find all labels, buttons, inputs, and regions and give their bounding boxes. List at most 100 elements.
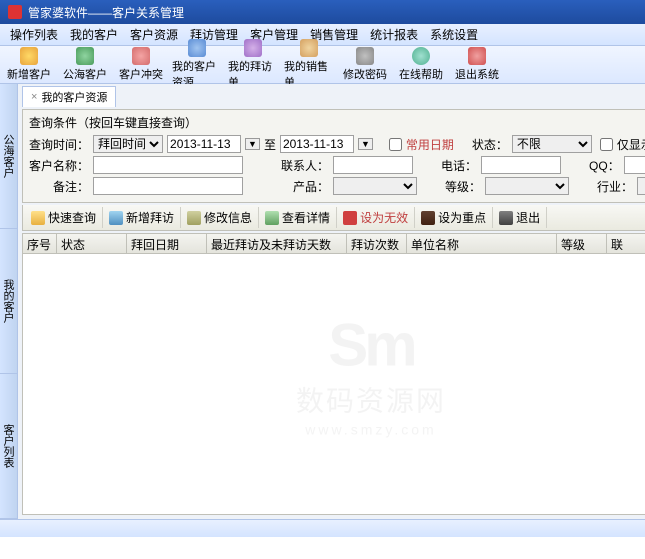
main-toolbar: 新增客户 公海客户 客户冲突 我的客户资源 我的拜访单 我的销售单 修改密码 在… xyxy=(0,46,645,84)
sidetab-my[interactable]: 我的客户 xyxy=(0,229,17,374)
date-dropdown-to[interactable]: ▼ xyxy=(358,138,373,150)
status-select[interactable]: 不限 xyxy=(512,135,592,153)
lbl-only-unvisited: 仅显示未拜访客户 xyxy=(617,136,645,153)
col-seq[interactable]: 序号 xyxy=(23,234,57,253)
lbl-time: 查询时间： xyxy=(29,136,89,153)
chk-common-date[interactable] xyxy=(389,138,402,151)
lbl-product: 产品： xyxy=(293,178,329,195)
app-icon xyxy=(8,5,22,19)
sidetab-public[interactable]: 公海客户 xyxy=(0,84,17,229)
tb-add-customer[interactable]: 新增客户 xyxy=(4,47,54,82)
menu-operations[interactable]: 操作列表 xyxy=(10,26,58,43)
tb-help[interactable]: 在线帮助 xyxy=(396,47,446,82)
remark-input[interactable] xyxy=(93,177,243,195)
menu-customer-resource[interactable]: 客户资源 xyxy=(130,26,178,43)
public-icon xyxy=(76,47,94,65)
btn-view-detail[interactable]: 查看详情 xyxy=(259,207,337,228)
col-return-date[interactable]: 拜回日期 xyxy=(127,234,207,253)
watermark: Sm 数码资源网 www.smzy.com xyxy=(296,311,446,438)
contact-input[interactable] xyxy=(333,156,413,174)
btn-exit[interactable]: 退出 xyxy=(493,207,547,228)
action-bar: 快速查询 新增拜访 修改信息 查看详情 设为无效 设为重点 退出 xyxy=(22,205,645,231)
level-select[interactable] xyxy=(485,177,569,195)
workspace: 公海客户 我的客户 客户列表 × 我的客户资源 查询条件（按回车键直接查询） 查… xyxy=(0,84,645,519)
window-title: 管家婆软件——客户关系管理 xyxy=(28,4,184,21)
title-bar: 管家婆软件——客户关系管理 xyxy=(0,0,645,24)
lbl-phone: 电话： xyxy=(441,157,477,174)
visit-icon xyxy=(244,39,262,57)
col-company[interactable]: 单位名称 xyxy=(407,234,557,253)
industry-select[interactable] xyxy=(637,177,645,195)
btn-quick-search[interactable]: 快速查询 xyxy=(25,207,103,228)
tb-conflict[interactable]: 客户冲突 xyxy=(116,47,166,82)
tb-public-customer[interactable]: 公海客户 xyxy=(60,47,110,82)
close-icon[interactable]: × xyxy=(31,91,37,103)
search-row-3: 备注： 产品： 等级： 行业： xyxy=(29,177,645,195)
qq-input[interactable] xyxy=(624,156,645,174)
edit-icon xyxy=(187,211,201,225)
conflict-icon xyxy=(132,47,150,65)
watermark-text: 数码资源网 xyxy=(296,380,446,420)
btn-edit-info[interactable]: 修改信息 xyxy=(181,207,259,228)
status-bar xyxy=(0,519,645,537)
tb-my-visit[interactable]: 我的拜访单 xyxy=(228,39,278,90)
chk-only-unvisited[interactable] xyxy=(600,138,613,151)
date-dropdown-from[interactable]: ▼ xyxy=(245,138,260,150)
exit-action-icon xyxy=(499,211,513,225)
key-icon xyxy=(421,211,435,225)
void-icon xyxy=(343,211,357,225)
tb-my-sales[interactable]: 我的销售单 xyxy=(284,39,334,90)
search-row-2: 客户名称： 联系人： 电话： QQ： xyxy=(29,156,645,174)
btn-set-void[interactable]: 设为无效 xyxy=(337,207,415,228)
watermark-url: www.smzy.com xyxy=(296,422,446,438)
add-visit-icon xyxy=(109,211,123,225)
tab-label: 我的客户资源 xyxy=(41,89,107,105)
side-tabs: 公海客户 我的客户 客户列表 xyxy=(0,84,18,519)
search-row-1: 查询时间： 拜回时间 ▼ 至 ▼ 常用日期 状态： 不限 仅显示未 xyxy=(29,135,645,153)
my-resource-icon xyxy=(188,39,206,57)
add-icon xyxy=(20,47,38,65)
lbl-level: 等级： xyxy=(445,178,481,195)
menu-system[interactable]: 系统设置 xyxy=(430,26,478,43)
tb-change-pwd[interactable]: 修改密码 xyxy=(340,47,390,82)
grid-header: 序号 状态 拜回日期 最近拜访及未拜访天数 拜访次数 单位名称 等级 联 xyxy=(23,234,645,254)
btn-add-visit[interactable]: 新增拜访 xyxy=(103,207,181,228)
document-tabs: × 我的客户资源 xyxy=(18,84,645,109)
search-title: 查询条件（按回车键直接查询） xyxy=(29,114,645,131)
password-icon xyxy=(356,47,374,65)
search-panel: 查询条件（按回车键直接查询） 查询时间： 拜回时间 ▼ 至 ▼ 常用日期 状态：… xyxy=(22,109,645,203)
time-mode-select[interactable]: 拜回时间 xyxy=(93,135,163,153)
lbl-qq: QQ： xyxy=(589,157,620,174)
lbl-name: 客户名称： xyxy=(29,157,89,174)
tb-my-resource[interactable]: 我的客户资源 xyxy=(172,39,222,90)
product-select[interactable] xyxy=(333,177,417,195)
watermark-logo: Sm xyxy=(296,311,446,380)
col-visit-count[interactable]: 拜访次数 xyxy=(347,234,407,253)
name-input[interactable] xyxy=(93,156,243,174)
tab-my-resource[interactable]: × 我的客户资源 xyxy=(22,86,116,107)
exit-icon xyxy=(468,47,486,65)
menu-reports[interactable]: 统计报表 xyxy=(370,26,418,43)
sales-icon xyxy=(300,39,318,57)
sidetab-list[interactable]: 客户列表 xyxy=(0,374,17,519)
data-grid[interactable]: 序号 状态 拜回日期 最近拜访及未拜访天数 拜访次数 单位名称 等级 联 Sm … xyxy=(22,233,645,515)
tb-exit[interactable]: 退出系统 xyxy=(452,47,502,82)
col-contact[interactable]: 联 xyxy=(607,234,645,253)
lbl-industry: 行业： xyxy=(597,178,633,195)
lbl-status: 状态： xyxy=(472,136,508,153)
date-from-input[interactable] xyxy=(167,135,241,153)
date-to-input[interactable] xyxy=(280,135,354,153)
lbl-contact: 联系人： xyxy=(281,157,329,174)
view-icon xyxy=(265,211,279,225)
col-status[interactable]: 状态 xyxy=(57,234,127,253)
lbl-to: 至 xyxy=(264,136,276,153)
lbl-remark: 备注： xyxy=(53,178,89,195)
menu-my-customer[interactable]: 我的客户 xyxy=(70,26,118,43)
btn-set-key[interactable]: 设为重点 xyxy=(415,207,493,228)
col-level[interactable]: 等级 xyxy=(557,234,607,253)
lbl-common-date: 常用日期 xyxy=(406,136,454,153)
col-visit-days[interactable]: 最近拜访及未拜访天数 xyxy=(207,234,347,253)
main-panel: × 我的客户资源 查询条件（按回车键直接查询） 查询时间： 拜回时间 ▼ 至 ▼… xyxy=(18,84,645,519)
help-icon xyxy=(412,47,430,65)
phone-input[interactable] xyxy=(481,156,561,174)
